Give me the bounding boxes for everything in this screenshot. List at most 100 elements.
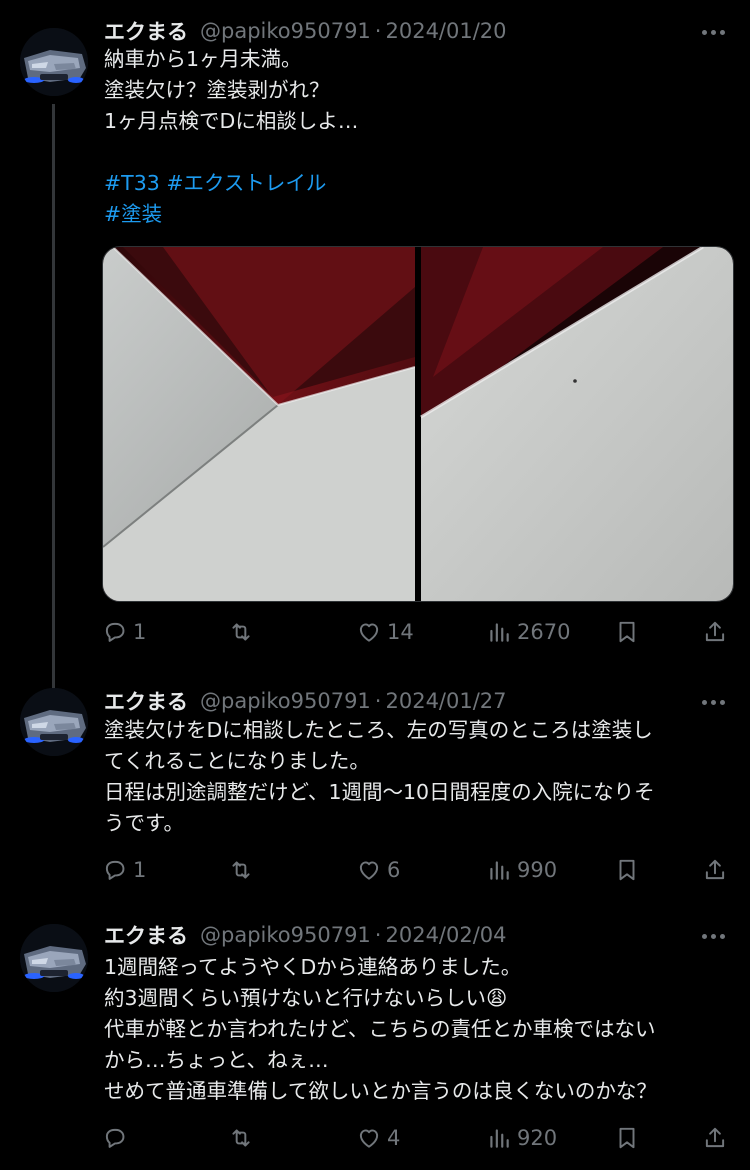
separator: ·	[374, 923, 382, 947]
user-handle[interactable]: @papiko950791	[200, 923, 371, 947]
hashtag-link[interactable]: #エクストレイル	[166, 171, 326, 195]
photo-left[interactable]	[103, 247, 416, 601]
bookmark-icon	[619, 1127, 635, 1149]
avatar-image	[20, 28, 88, 96]
bookmark-button[interactable]	[614, 1120, 645, 1156]
hashtag-link[interactable]: #T33	[104, 171, 160, 195]
retweet-button[interactable]	[228, 1120, 259, 1156]
reply-count: 1	[133, 620, 147, 644]
tweet-3[interactable]: エクまる @papiko950791 · 2024/02/04 1週間経ってよう…	[0, 918, 750, 1158]
like-button[interactable]: 14	[356, 614, 414, 650]
tweet-line: 1週間経ってようやくDから連絡ありました。	[104, 955, 522, 979]
heart-icon	[359, 861, 379, 880]
more-icon[interactable]	[700, 20, 730, 40]
tweet-line: 塗装欠けをDに相談したところ、左の写真のところは塗装し	[104, 718, 653, 742]
share-icon	[705, 859, 725, 880]
retweet-icon	[232, 623, 250, 641]
views-icon	[490, 1129, 509, 1148]
tweet-line: てくれることになりました。	[104, 749, 370, 773]
more-icon[interactable]	[700, 690, 730, 710]
tweet-text: 塗装欠けをDに相談したところ、左の写真のところは塗装し てくれることになりました…	[104, 715, 714, 839]
avatar[interactable]	[20, 28, 88, 96]
reply-button[interactable]: 1	[102, 614, 146, 650]
tweet-text: 1週間経ってようやくDから連絡ありました。 約3週間くらい預けないと行けないらし…	[104, 952, 714, 1107]
views-button[interactable]: 990	[486, 852, 557, 888]
share-button[interactable]	[702, 852, 733, 888]
hashtag-line: #T33 #エクストレイル	[104, 168, 714, 199]
tweet-1[interactable]: エクまる @papiko950791 · 2024/01/20 納車から1ヶ月未…	[0, 14, 750, 689]
bookmark-button[interactable]	[614, 852, 645, 888]
display-name[interactable]: エクまる	[104, 920, 188, 950]
user-handle[interactable]: @papiko950791	[200, 689, 371, 713]
share-icon	[705, 621, 725, 642]
media-photos	[103, 247, 733, 601]
like-button[interactable]: 4	[356, 1120, 400, 1156]
views-count: 990	[517, 858, 558, 882]
avatar-image	[20, 688, 88, 756]
views-icon	[490, 861, 509, 880]
like-button[interactable]: 6	[356, 852, 400, 888]
avatar-image	[20, 924, 88, 992]
separator: ·	[374, 19, 382, 43]
reply-icon	[105, 860, 125, 880]
display-name[interactable]: エクまる	[104, 686, 188, 716]
reply-icon	[105, 622, 125, 642]
tweet-date[interactable]: 2024/02/04	[385, 923, 506, 947]
tweet-text: 納車から1ヶ月未満。 塗装欠け？塗装剥がれ？ 1ヶ月点検でDに相談しよ… #T3…	[104, 44, 714, 230]
tweet-line: 約3週間くらい預けないと行けないらしい😩	[104, 986, 508, 1010]
bookmark-icon	[619, 621, 635, 643]
heart-icon	[359, 623, 379, 642]
user-handle[interactable]: @papiko950791	[200, 19, 371, 43]
like-count: 14	[387, 620, 414, 644]
tweet-line: 代車が軽とか言われたけど、こちらの責任とか車検ではない	[104, 1017, 656, 1041]
thread-line	[52, 104, 55, 689]
tweet-line: 塗装欠け？塗装剥がれ？	[104, 78, 330, 102]
tweet-line: うです。	[104, 811, 184, 835]
tweet-header: エクまる @papiko950791 · 2024/02/04	[104, 918, 507, 952]
retweet-button[interactable]	[228, 852, 259, 888]
views-icon	[490, 623, 509, 642]
tweet-date[interactable]: 2024/01/20	[385, 19, 506, 43]
photo-right[interactable]	[420, 247, 733, 601]
tweet-line: せめて普通車準備して欲しいとか言うのは良くないのかな？	[104, 1079, 657, 1103]
bookmark-button[interactable]	[614, 614, 645, 650]
separator: ·	[374, 689, 382, 713]
display-name[interactable]: エクまる	[104, 16, 188, 46]
like-count: 4	[387, 1126, 401, 1150]
views-count: 920	[517, 1126, 558, 1150]
views-button[interactable]: 2670	[486, 614, 570, 650]
hashtag-link[interactable]: #塗装	[104, 202, 162, 226]
retweet-icon	[232, 1129, 250, 1147]
share-icon	[705, 1127, 725, 1148]
retweet-icon	[232, 861, 250, 879]
reply-icon	[105, 1128, 125, 1148]
tweet-2[interactable]: エクまる @papiko950791 · 2024/01/27 塗装欠けをDに相…	[0, 684, 750, 894]
reply-button[interactable]	[102, 1120, 133, 1156]
avatar[interactable]	[20, 688, 88, 756]
bookmark-icon	[619, 859, 635, 881]
tweet-media[interactable]	[102, 246, 734, 602]
like-count: 6	[387, 858, 401, 882]
action-bar: 1 6 990	[102, 852, 730, 888]
avatar[interactable]	[20, 924, 88, 992]
tweet-header: エクまる @papiko950791 · 2024/01/27	[104, 684, 507, 718]
views-button[interactable]: 920	[486, 1120, 557, 1156]
tweet-date[interactable]: 2024/01/27	[385, 689, 506, 713]
more-icon[interactable]	[700, 924, 730, 944]
tweet-header: エクまる @papiko950791 · 2024/01/20	[104, 14, 507, 48]
share-button[interactable]	[702, 1120, 733, 1156]
views-count: 2670	[517, 620, 571, 644]
reply-button[interactable]: 1	[102, 852, 146, 888]
tweet-line: 1ヶ月点検でDに相談しよ…	[104, 109, 359, 133]
action-bar: 1 14 2670	[102, 614, 730, 650]
action-bar: 4 920	[102, 1120, 730, 1156]
share-button[interactable]	[702, 614, 733, 650]
heart-icon	[359, 1129, 379, 1148]
hashtag-line: #塗装	[104, 199, 714, 230]
tweet-line: 日程は別途調整だけど、1週間〜10日間程度の入院になりそ	[104, 780, 655, 804]
tweet-line: から…ちょっと、ねぇ…	[104, 1048, 329, 1072]
tweet-line: 納車から1ヶ月未満。	[104, 47, 302, 71]
reply-count: 1	[133, 858, 147, 882]
retweet-button[interactable]	[228, 614, 259, 650]
